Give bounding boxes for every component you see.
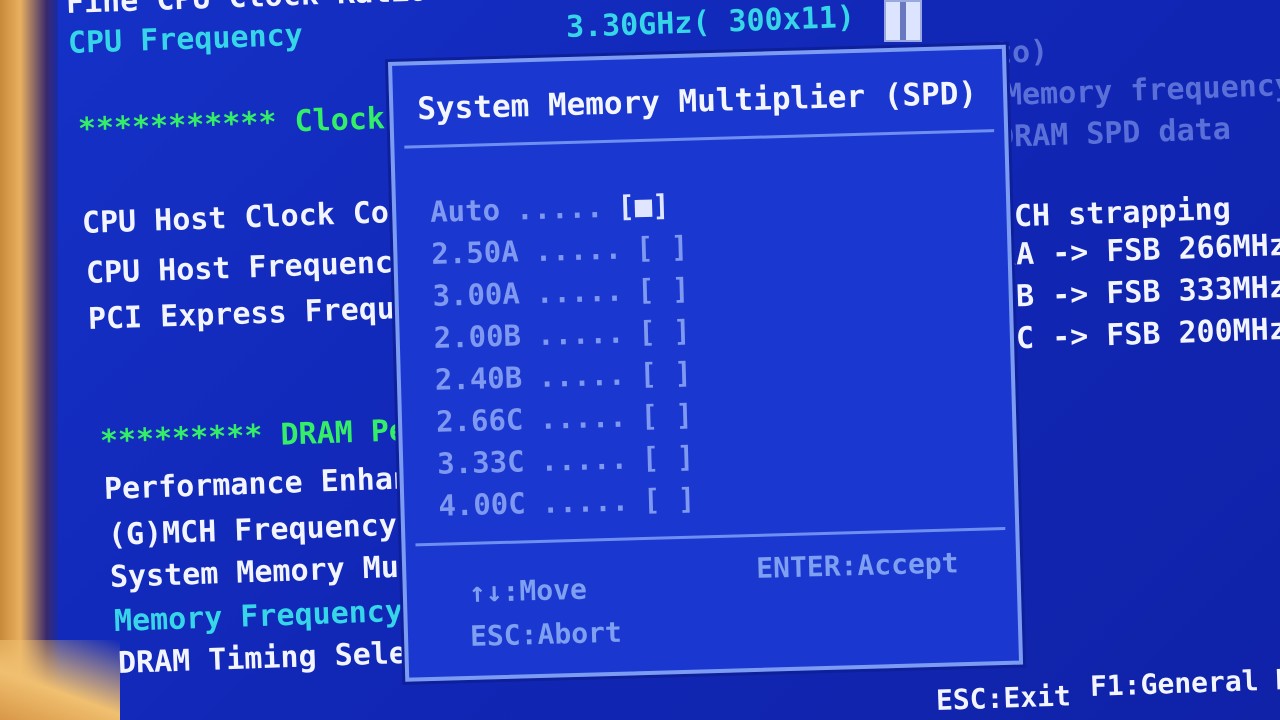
option-2-50a[interactable]: 2.50A..... [ ]	[431, 230, 689, 271]
option-3-00a[interactable]: 3.00A..... [ ]	[432, 272, 690, 313]
option-2-66c[interactable]: 2.66C..... [ ]	[436, 398, 694, 439]
memory-multiplier-dialog: System Memory Multiplier (SPD) Auto.....…	[388, 44, 1024, 682]
option-label: 2.40B	[434, 360, 523, 397]
option-checkbox: [ ]	[637, 313, 692, 350]
dialog-title: System Memory Multiplier (SPD)	[416, 75, 978, 128]
monitor-bezel-corner	[0, 640, 120, 720]
option-label: 2.66C	[435, 402, 524, 439]
option-dots: .....	[538, 399, 628, 436]
option-checkbox: [ ]	[642, 481, 696, 518]
option-dots: .....	[537, 357, 626, 394]
option-label: 2.50A	[430, 234, 520, 271]
option-dots: .....	[541, 483, 630, 520]
dialog-divider-bottom	[415, 526, 1006, 547]
option-checkbox: [ ]	[635, 229, 689, 266]
option-label: Auto	[429, 192, 501, 229]
dialog-divider-top	[404, 129, 995, 149]
option-2-40b[interactable]: 2.40B..... [ ]	[434, 356, 692, 397]
option-label: 3.00A	[432, 276, 521, 313]
option-dots: .....	[540, 441, 629, 478]
hint-move: ↑↓:Move	[468, 572, 588, 609]
option-3-33c[interactable]: 3.33C..... [ ]	[437, 440, 695, 481]
option-label: 2.00B	[433, 318, 522, 355]
option-checkbox: [ ]	[640, 397, 694, 434]
hint-abort: ESC:Abort	[469, 615, 623, 653]
hint-accept: ENTER:Accept	[755, 546, 959, 585]
scrollbar-thumb[interactable]	[884, 0, 922, 42]
option-checkbox: [ ]	[641, 439, 695, 476]
option-4-00c[interactable]: 4.00C..... [ ]	[438, 482, 696, 523]
option-checkbox: [ ]	[638, 355, 693, 392]
option-2-00b[interactable]: 2.00B..... [ ]	[433, 314, 691, 355]
footer-f1-help: F1:General He	[1089, 662, 1280, 703]
option-dots: .....	[515, 190, 604, 227]
option-dots: .....	[534, 231, 623, 268]
option-label: 4.00C	[437, 486, 527, 523]
footer-esc-exit: ESC:Exit	[935, 679, 1072, 717]
monitor-bezel	[0, 0, 58, 720]
option-checkbox: [■]	[616, 188, 671, 224]
option-dots: .....	[535, 273, 624, 310]
option-label: 3.33C	[436, 444, 525, 481]
option-checkbox: [ ]	[636, 271, 690, 308]
option-dots: .....	[536, 315, 625, 352]
option-auto[interactable]: Auto..... [■]	[430, 188, 670, 229]
